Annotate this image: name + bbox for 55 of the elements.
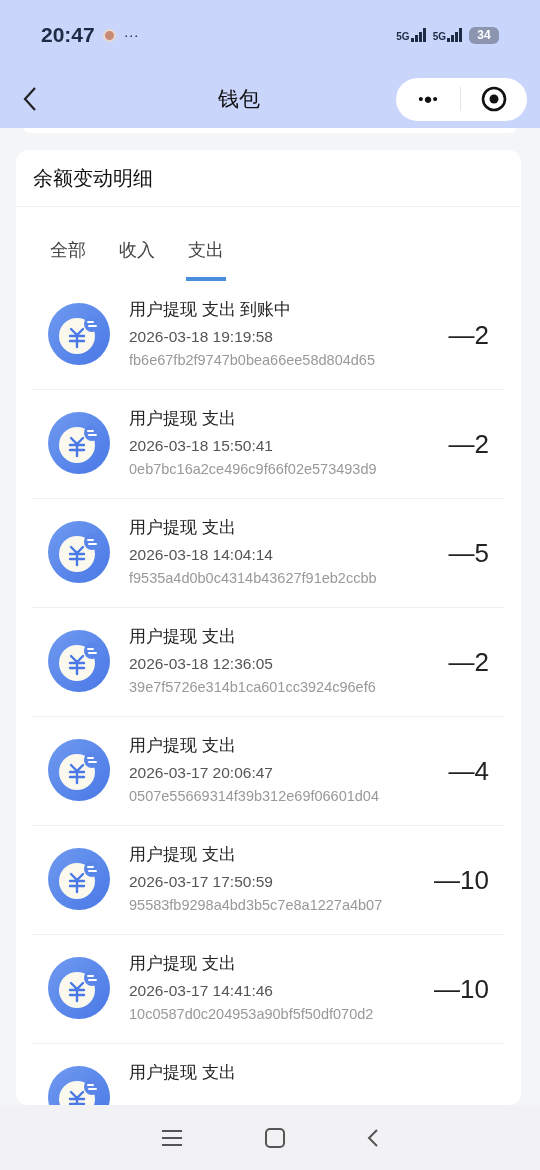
record-time: 2026-03-17 17:50:59 [129,871,274,892]
filter-tab[interactable]: 全部 [48,237,88,281]
back-icon[interactable] [367,1127,379,1148]
yuan-coin-icon [48,303,110,365]
record-id: 0507e55669314f39b312e69f06601d04 [129,786,380,806]
signal-icon [410,28,427,42]
status-time: 20:47 [41,22,95,49]
record-title: 用户提现 支出 [129,953,237,975]
record-time: 2026-03-18 15:50:41 [129,435,274,456]
record-time: 2026-03-18 14:04:14 [129,544,274,565]
record-amount: —10 [434,863,490,897]
record-id: 0eb7bc16a2ce496c9f66f02e573493d9 [129,459,378,479]
yuan-coin-icon [48,957,110,1019]
record-id: f9535a4d0b0c4314b43627f91eb2ccbb [129,568,378,588]
network-label: 5G [432,32,446,42]
filter-tab[interactable]: 支出 [186,237,226,281]
record-id: fb6e67fb2f9747b0bea66ee58d804d65 [129,350,376,370]
record-amount: —4 [448,754,490,788]
page-title: 钱包 [217,86,260,113]
record-id: 10c0587d0c204953a90bf5f50df070d2 [129,1004,375,1024]
record-title: 用户提现 支出 [129,844,237,866]
record-title: 用户提现 支出 到账中 [129,299,293,321]
more-button[interactable]: •●• [396,87,461,111]
battery-indicator: 34 [469,26,499,44]
record-amount: —2 [448,318,490,352]
yuan-coin-icon [48,412,110,474]
record-id: 39e7f5726e314b1ca601cc3924c96ef6 [129,677,377,697]
notification-icon [102,28,116,42]
record-amount: —10 [434,972,490,1006]
more-notifications: ··· [123,24,139,45]
record-amount: —5 [448,536,490,570]
back-icon [23,86,37,112]
yuan-coin-icon [48,630,110,692]
filter-tab[interactable]: 收入 [117,237,157,281]
network-label: 5G [396,32,410,42]
yuan-coin-icon [48,739,110,801]
record-time: 2026-03-18 19:19:58 [129,326,274,347]
yuan-coin-icon [48,848,110,910]
menu-icon[interactable] [161,1128,183,1147]
record-title: 用户提现 支出 [129,1062,237,1084]
record-amount: —2 [448,427,490,461]
record-time: 2026-03-17 20:06:47 [129,762,274,783]
record-title: 用户提现 支出 [129,626,237,648]
record-title: 用户提现 支出 [129,517,237,539]
record-title: 用户提现 支出 [129,735,237,757]
signal-icon [447,28,463,42]
yuan-coin-icon [48,521,110,583]
record-time: 2026-03-17 14:41:46 [129,980,274,1001]
record-id: 95583fb9298a4bd3b5c7e8a1227a4b07 [129,895,384,915]
target-icon [481,86,507,112]
home-icon[interactable] [265,1127,285,1148]
record-time: 2026-03-18 12:36:05 [129,653,274,674]
card-title: 余额变动明细 [33,166,153,191]
record-title: 用户提现 支出 [129,408,237,430]
record-amount: —2 [448,645,490,679]
